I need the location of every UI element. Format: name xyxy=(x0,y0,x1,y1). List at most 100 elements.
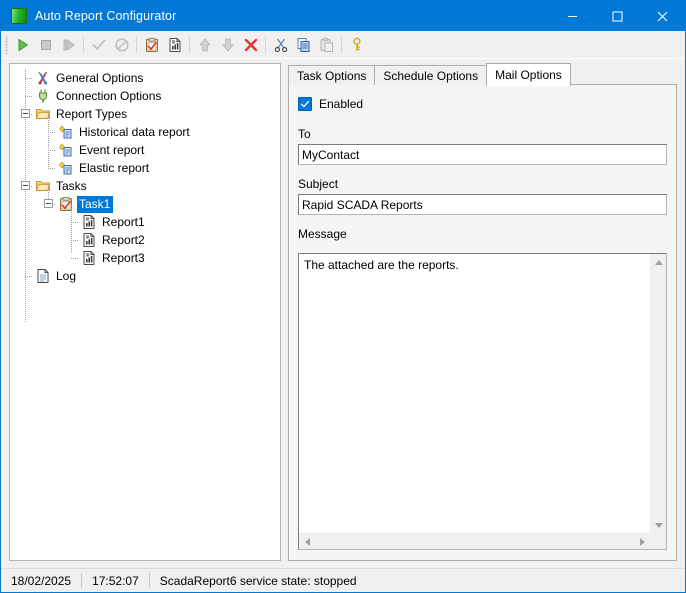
tree-node-log[interactable]: Log xyxy=(10,267,280,285)
minimize-button[interactable] xyxy=(550,1,595,31)
tree-node-report2[interactable]: Report2 xyxy=(10,222,280,249)
message-label: Message xyxy=(298,227,347,241)
stop-button xyxy=(34,33,57,56)
toolbar-separator xyxy=(189,36,190,53)
message-textarea[interactable]: The attached are the reports. xyxy=(298,253,667,550)
move-down-button xyxy=(216,33,239,56)
step-button xyxy=(57,33,80,56)
tree-node-label: Report2 xyxy=(102,232,145,247)
tree-line xyxy=(25,276,33,277)
toolbar-grip[interactable] xyxy=(3,35,10,54)
tree-line xyxy=(71,222,79,223)
mail-options-panel: Enabled To MyContact Subject Rapid SCADA… xyxy=(288,84,677,561)
tree-line xyxy=(48,114,49,132)
status-date: 18/02/2025 xyxy=(11,573,72,588)
navigation-tree: General Options Connection Options Repor… xyxy=(10,64,280,323)
subject-label: Subject xyxy=(298,177,339,191)
tree-node-label: General Options xyxy=(56,70,144,85)
report-document-icon xyxy=(81,214,97,230)
status-message: ScadaReport6 service state: stopped xyxy=(159,573,357,588)
tree-expander-tasks[interactable] xyxy=(21,181,30,190)
tree-line xyxy=(48,150,56,151)
navigation-tree-panel[interactable]: General Options Connection Options Repor… xyxy=(9,63,281,561)
maximize-button[interactable] xyxy=(595,1,640,31)
tree-node-elastic-report[interactable]: Elastic report xyxy=(10,150,280,177)
subject-input[interactable]: Rapid SCADA Reports xyxy=(298,194,667,215)
tree-node-task1[interactable]: Task1 xyxy=(10,186,280,213)
tree-node-event-report[interactable]: Event report xyxy=(10,132,280,159)
scroll-up-icon[interactable] xyxy=(651,254,667,270)
close-button[interactable] xyxy=(640,1,685,31)
tree-expander-task1[interactable] xyxy=(44,199,53,208)
tree-line xyxy=(48,150,49,168)
main-content: General Options Connection Options Repor… xyxy=(1,59,685,568)
to-value: MyContact xyxy=(302,147,360,162)
subject-value: Rapid SCADA Reports xyxy=(302,197,423,212)
copy-button[interactable] xyxy=(292,33,315,56)
start-button[interactable] xyxy=(11,33,34,56)
scrollbar-corner xyxy=(650,533,666,549)
tree-line xyxy=(71,222,72,240)
toolbar xyxy=(1,31,685,59)
toolbar-separator xyxy=(265,36,266,53)
red-x-icon xyxy=(244,38,257,51)
tree-node-report3[interactable]: Report3 xyxy=(10,240,280,267)
cut-button[interactable] xyxy=(269,33,292,56)
scroll-down-icon[interactable] xyxy=(651,517,667,533)
tree-line xyxy=(48,168,56,169)
toolbar-separator xyxy=(341,36,342,53)
arrow-down-icon xyxy=(222,38,233,51)
message-horizontal-scrollbar[interactable] xyxy=(299,533,650,549)
report-type-icon xyxy=(58,124,74,140)
paste-icon xyxy=(320,37,333,52)
report-document-icon xyxy=(169,37,180,52)
tree-node-report1[interactable]: Report1 xyxy=(10,204,280,231)
plug-icon xyxy=(35,88,51,104)
tree-node-label: Task1 xyxy=(77,195,114,213)
application-window: Auto Report Configurator General Options… xyxy=(0,0,686,593)
cancel-button xyxy=(110,33,133,56)
to-input[interactable]: MyContact xyxy=(298,144,667,165)
move-up-button xyxy=(193,33,216,56)
message-vertical-scrollbar[interactable] xyxy=(650,254,666,533)
tree-line xyxy=(25,96,33,97)
tree-line xyxy=(71,240,72,254)
add-task-button[interactable] xyxy=(140,33,163,56)
report-document-icon xyxy=(81,232,97,248)
to-label: To xyxy=(298,127,311,141)
tab-task-options[interactable]: Task Options xyxy=(288,65,376,85)
tree-node-connection-options[interactable]: Connection Options xyxy=(10,87,280,105)
register-button[interactable] xyxy=(345,33,368,56)
tree-node-label: Event report xyxy=(79,142,145,157)
toolbar-separator xyxy=(136,36,137,53)
message-value: The attached are the reports. xyxy=(304,258,459,272)
scissors-icon xyxy=(274,38,287,52)
tree-node-historical-data-report[interactable]: Historical data report xyxy=(10,114,280,141)
enabled-row[interactable]: Enabled xyxy=(298,95,667,113)
options-tab-panel: Task Options Schedule Options Mail Optio… xyxy=(288,63,677,561)
tree-line xyxy=(48,132,56,133)
step-icon xyxy=(63,39,74,50)
status-time: 17:52:07 xyxy=(92,573,139,588)
scroll-right-icon[interactable] xyxy=(634,534,650,550)
add-report-button[interactable] xyxy=(163,33,186,56)
tree-expander-report-types[interactable] xyxy=(21,109,30,118)
apply-button xyxy=(87,33,110,56)
window-controls xyxy=(550,1,685,31)
stop-icon xyxy=(40,39,51,50)
tree-node-tasks[interactable]: Tasks xyxy=(10,177,280,195)
key-icon xyxy=(352,37,361,51)
tab-schedule-options[interactable]: Schedule Options xyxy=(374,65,488,85)
prohibited-icon xyxy=(114,37,129,52)
delete-button[interactable] xyxy=(239,33,262,56)
tree-node-general-options[interactable]: General Options xyxy=(10,69,280,87)
report-type-icon xyxy=(58,160,74,176)
tree-node-label: Elastic report xyxy=(79,160,150,175)
tree-line xyxy=(71,204,72,222)
tree-node-report-types[interactable]: Report Types xyxy=(10,105,280,123)
scroll-left-icon[interactable] xyxy=(299,534,315,550)
log-document-icon xyxy=(35,268,51,284)
enabled-checkbox[interactable] xyxy=(298,97,312,111)
tree-node-label: Report1 xyxy=(102,214,145,229)
tab-mail-options[interactable]: Mail Options xyxy=(486,63,571,86)
